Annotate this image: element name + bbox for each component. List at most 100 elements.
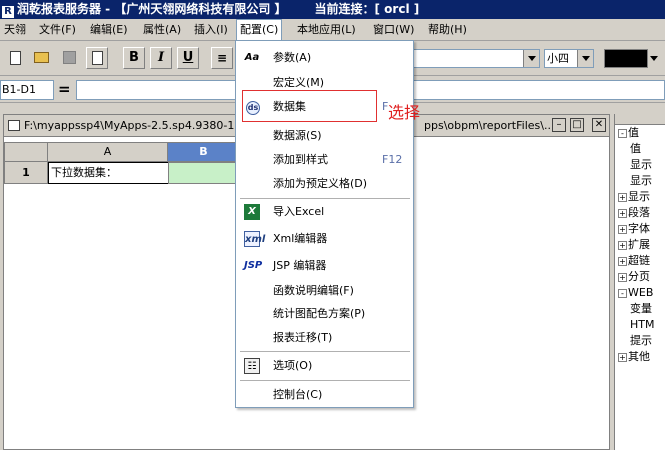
tree-row[interactable]: + 其他 [615,349,665,365]
tree-row[interactable]: + 显示 [615,189,665,205]
expand-icon[interactable]: + [618,225,627,234]
menu-item-console[interactable]: 控制台(C) [236,383,413,407]
column-header-b[interactable]: B [168,142,240,162]
save-button[interactable] [58,47,80,69]
menu-item-datasource[interactable]: 数据源(S) [236,124,413,148]
expand-icon[interactable]: + [618,257,627,266]
bold-button[interactable]: B [123,47,145,69]
save-icon [62,51,76,64]
menu-bar: 天翎 文件(F) 编辑(E) 属性(A) 插入(I) 配置(C) 本地应用(L)… [0,19,665,41]
minimize-icon[interactable]: – [552,118,566,132]
menu-item-add-predefined[interactable]: 添加为预定义格(D) [236,172,413,196]
menu-item-function-desc[interactable]: 函数说明编辑(F) [236,279,413,303]
tree-row[interactable]: + 段落 [615,205,665,221]
tree-row[interactable]: HTM [615,317,665,333]
maximize-icon[interactable]: □ [570,118,584,132]
collapse-icon[interactable]: - [618,129,627,138]
menu-edit[interactable]: 编辑(E) [87,19,131,41]
document-title: F:\myappssp4\MyApps-2.5.sp4.9380-1 [24,119,235,132]
menu-local-apps[interactable]: 本地应用(L) [294,19,359,41]
print-preview-icon [91,50,103,65]
expand-icon[interactable]: + [618,209,627,218]
menu-separator [240,351,410,352]
tree-row[interactable]: 值 [615,141,665,157]
expand-icon[interactable]: + [618,193,627,202]
tree-row[interactable]: 显示 [615,157,665,173]
annotation-label: 选择 [388,103,421,122]
tree-row[interactable]: 提示 [615,333,665,349]
expand-icon[interactable]: + [618,353,627,362]
menu-item-shortcut: F12 [382,153,403,166]
color-dropdown-icon[interactable] [650,56,658,61]
menu-item-xml-editor[interactable]: xml Xml编辑器 [236,227,413,251]
connection-status: 当前连接：[ orcl ] [314,2,420,16]
tree-row-label: 值 [630,142,641,155]
menu-insert[interactable]: 插入(I) [191,19,231,41]
print-preview-button[interactable] [86,47,108,69]
tree-row[interactable]: + 分页 [615,269,665,285]
font-color-swatch[interactable] [604,49,648,68]
tree-row[interactable]: - WEB [615,285,665,301]
menu-window[interactable]: 窗口(W) [370,19,417,41]
tree-row[interactable]: + 扩展 [615,237,665,253]
menu-item-label: 添加为预定义格(D) [273,177,368,190]
menu-item-chart-colors[interactable]: 统计图配色方案(P) [236,302,413,326]
menu-item-label: 控制台(C) [273,388,323,401]
formula-equals-label: = [58,80,71,98]
menu-help[interactable]: 帮助(H) [425,19,470,41]
tree-row[interactable]: 变量 [615,301,665,317]
row-header-1[interactable]: 1 [4,162,48,184]
menu-item-label: 添加到样式 [273,153,328,166]
jsp-icon: JSP [244,260,263,271]
tree-row[interactable]: 显示 [615,173,665,189]
menu-config[interactable]: 配置(C) [236,19,283,41]
tree-row-label: 变量 [630,302,652,315]
menu-item-params[interactable]: Aa 参数(A) [236,46,413,70]
font-size-select[interactable]: 小四 [544,49,594,68]
font-size-value: 小四 [547,52,569,65]
new-file-button[interactable] [4,47,26,69]
menu-item-options[interactable]: ☷ 选项(O) [236,354,413,378]
cell-b1[interactable] [168,162,240,184]
cell-reference-field[interactable]: B1-D1 [0,80,54,100]
tree-row[interactable]: + 字体 [615,221,665,237]
expand-icon[interactable]: + [618,241,627,250]
window-title: 润乾报表服务器 - 【广州天翎网络科技有限公司 】 [17,2,287,16]
column-header-a[interactable]: A [48,142,168,162]
menu-item-import-excel[interactable]: X 导入Excel [236,200,413,224]
menu-file[interactable]: 文件(F) [36,19,79,41]
menu-item-label: 统计图配色方案(P) [273,307,366,320]
menu-properties[interactable]: 属性(A) [140,19,184,41]
menu-item-report-migration[interactable]: 报表迁移(T) [236,326,413,350]
menu-tianling[interactable]: 天翎 [1,19,29,41]
chevron-down-icon [523,50,539,67]
cell-a1[interactable]: 下拉数据集： [48,162,169,184]
underline-button[interactable]: U [177,47,199,69]
font-family-select[interactable] [413,49,540,68]
menu-item-label: 导入Excel [273,205,325,218]
tree-row-label: 值 [628,126,639,139]
grid-corner[interactable] [4,142,48,162]
menu-item-jsp-editor[interactable]: JSP JSP 编辑器 [236,254,413,278]
align-left-button[interactable]: ≡ [211,47,233,69]
open-file-button[interactable] [30,47,52,69]
menu-separator [240,198,410,199]
tree-row-label: 分页 [628,270,650,283]
options-icon: ☷ [244,358,260,374]
collapse-icon[interactable]: - [618,289,627,298]
new-file-icon [9,50,21,65]
tree-row-label: WEB [628,286,654,299]
menu-item-label: 函数说明编辑(F) [273,284,354,297]
tree-row[interactable]: + 超链 [615,253,665,269]
menu-item-label: 数据源(S) [273,129,322,142]
close-icon[interactable]: ✕ [592,118,606,132]
italic-button[interactable]: I [150,47,172,69]
tree-row[interactable]: -值 [615,125,665,141]
excel-icon: X [244,204,260,220]
menu-item-add-to-style[interactable]: 添加到样式 F12 [236,148,413,172]
tree-row-label: 字体 [628,222,650,235]
expand-icon[interactable]: + [618,273,627,282]
property-panel-header [615,114,665,125]
tree-row-label: 提示 [630,334,652,347]
menu-item-label: Xml编辑器 [273,232,328,245]
